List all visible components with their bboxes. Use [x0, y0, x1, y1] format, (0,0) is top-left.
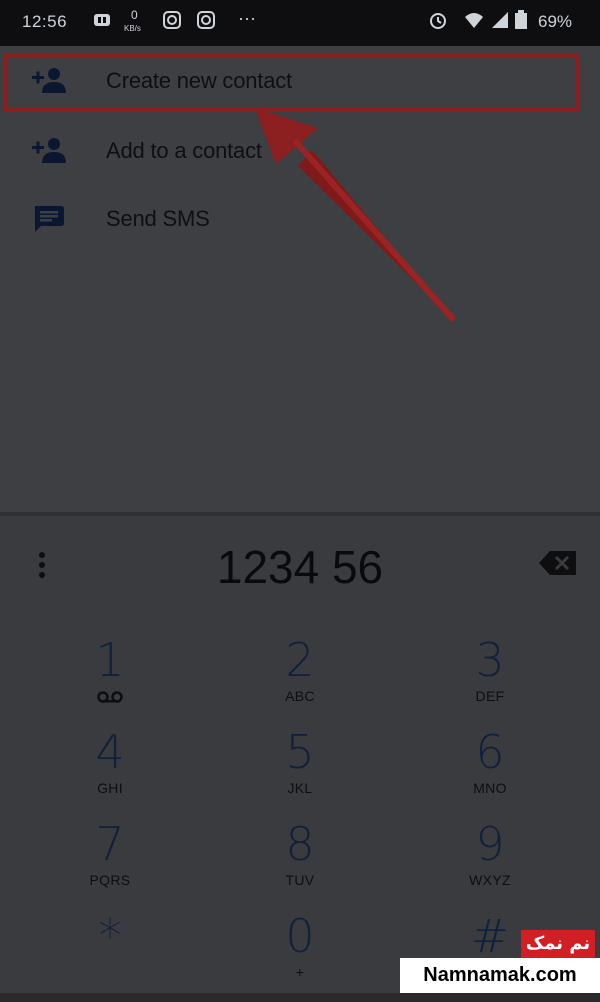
key-digit: 4 [95, 725, 125, 779]
key-digit: 3 [475, 633, 505, 687]
voicemail-icon [97, 691, 123, 703]
status-time: 12:56 [22, 12, 68, 31]
key-letters: JKL [287, 780, 313, 796]
status-bar: 12:56 0 KB/s ··· 69% [0, 0, 600, 46]
key-1[interactable]: 1 [40, 634, 180, 726]
key-8[interactable]: 8 TUV [230, 818, 370, 910]
key-digit: 9 [475, 817, 505, 871]
key-digit: 2 [285, 633, 315, 687]
phone-screen: 12:56 0 KB/s ··· 69% Create new contact … [0, 0, 600, 993]
highlight-box [3, 54, 579, 112]
key-digit: 0 [285, 909, 315, 963]
battery-level: 69% [538, 12, 573, 31]
key-letters: DEF [475, 688, 505, 704]
add-to-contact-item[interactable]: Add to a contact [0, 118, 600, 182]
add-to-contact-label: Add to a contact [106, 138, 262, 163]
key-letters: PQRS [89, 872, 131, 888]
dial-display: 1234 56 [0, 516, 600, 608]
send-sms-label: Send SMS [106, 206, 210, 231]
person-add-icon [32, 138, 66, 163]
alarm-icon [430, 13, 446, 29]
network-speed: 0 [131, 8, 138, 22]
instagram-icon [163, 11, 181, 29]
signal-icon [492, 12, 508, 28]
watermark-url: Namnamak.com [400, 958, 600, 993]
key-digit: 6 [475, 725, 505, 779]
key-star[interactable]: * [40, 910, 180, 1002]
dialer-actions-list: Create new contact Add to a contact Send… [0, 46, 600, 512]
key-digit: 8 [285, 817, 315, 871]
key-letters: ABC [285, 688, 315, 704]
key-letters: TUV [285, 872, 315, 888]
key-4[interactable]: 4 GHI [40, 726, 180, 818]
key-digit: 7 [95, 817, 125, 871]
key-0[interactable]: 0 + [230, 910, 370, 1002]
key-letters: WXYZ [469, 872, 511, 888]
network-unit: KB/s [124, 24, 141, 33]
backspace-icon[interactable] [538, 550, 578, 576]
instagram-icon-2 [197, 11, 215, 29]
key-letters: MNO [473, 780, 507, 796]
key-digit: * [98, 909, 122, 963]
key-9[interactable]: 9 WXYZ [420, 818, 560, 910]
key-letters: GHI [97, 780, 123, 796]
key-6[interactable]: 6 MNO [420, 726, 560, 818]
sim-icon [94, 14, 110, 26]
wifi-icon [465, 13, 483, 28]
key-digit: 1 [95, 633, 125, 687]
send-sms-item[interactable]: Send SMS [0, 186, 600, 250]
key-2[interactable]: 2 ABC [230, 634, 370, 726]
key-letters: + [295, 964, 305, 980]
message-icon [35, 206, 64, 232]
watermark-logo-fa: نم نمک [521, 930, 595, 958]
battery-icon [515, 10, 527, 29]
dial-keypad: 1 2 ABC 3 DEF 4 GHI 5 JKL 6 MNO 7 PQRS 8… [0, 608, 600, 993]
key-5[interactable]: 5 JKL [230, 726, 370, 818]
overflow-dots-icon: ··· [238, 8, 256, 28]
dialed-number[interactable]: 1234 56 [0, 540, 600, 594]
key-digit: 5 [285, 725, 315, 779]
key-3[interactable]: 3 DEF [420, 634, 560, 726]
key-7[interactable]: 7 PQRS [40, 818, 180, 910]
